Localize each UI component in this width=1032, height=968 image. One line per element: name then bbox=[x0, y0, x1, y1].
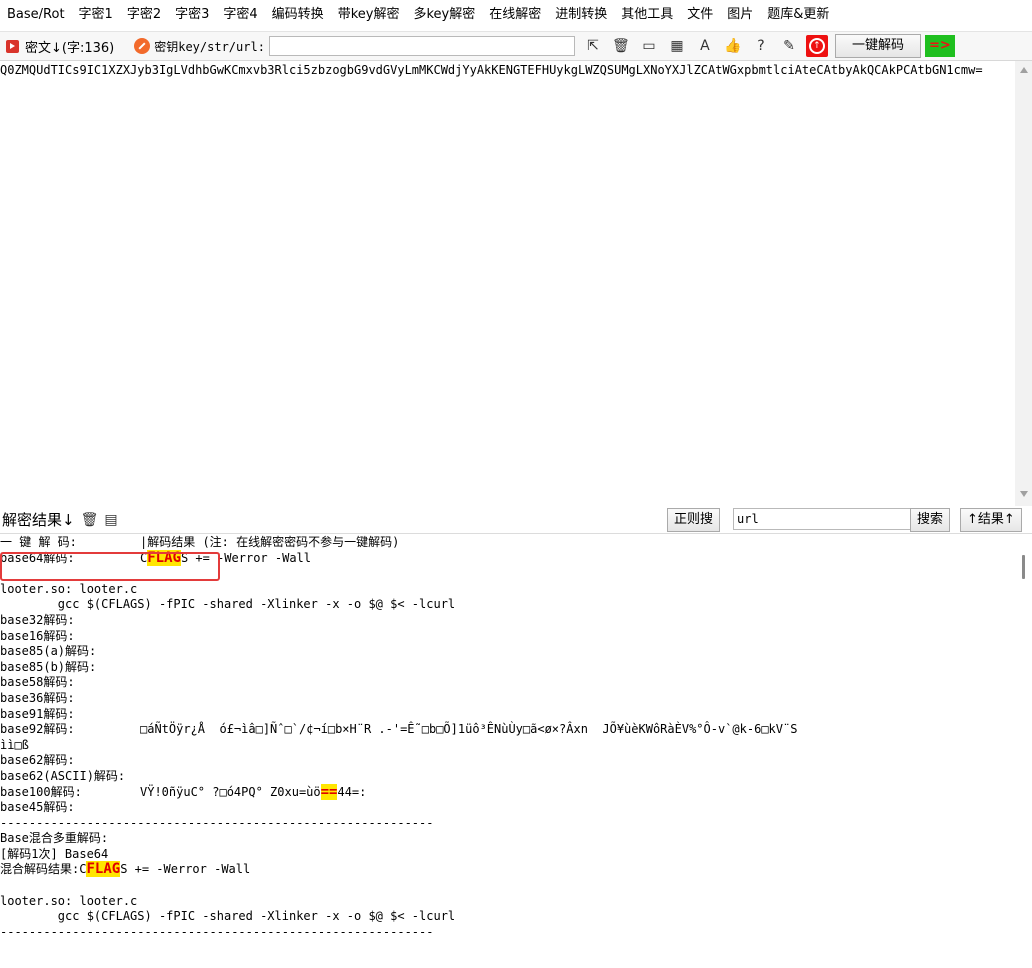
base92-line: base92解码: □áÑtÖÿr¿Å ó£¬ìâ□]Ñˆ□`/¢¬í□b×H¨R… bbox=[0, 722, 1015, 738]
menu-multikey-decrypt[interactable]: 多key解密 bbox=[406, 0, 475, 30]
menu-key-decrypt[interactable]: 带key解密 bbox=[331, 0, 400, 30]
arrow-button[interactable]: => bbox=[924, 35, 955, 57]
terminal-icon[interactable]: ▭ bbox=[638, 35, 660, 57]
result-header-label: 一 键 解 码: bbox=[0, 535, 77, 549]
ciphertext-icon bbox=[6, 39, 19, 53]
menu-bar: Base/Rot 字密1 字密2 字密3 字密4 编码转换 带key解密 多ke… bbox=[0, 0, 1032, 30]
base91-line: base91解码: bbox=[0, 706, 75, 721]
mix-result-line: 混合解码结果:CFLAGS += -Werror -Wall bbox=[0, 861, 1015, 878]
base92-continuation: ìì□ß bbox=[0, 737, 29, 752]
search-input[interactable] bbox=[733, 508, 911, 530]
separator-line-2: ----------------------------------------… bbox=[0, 924, 434, 939]
trash-icon[interactable]: 🗑 bbox=[81, 512, 99, 528]
base62-line: base62解码: bbox=[0, 753, 75, 768]
trash-icon[interactable]: 🗑 bbox=[610, 35, 632, 57]
ciphertext-scrollbar[interactable] bbox=[1015, 61, 1032, 506]
mix-result-label: 混合解码结果: bbox=[0, 862, 80, 877]
result-scrollbar[interactable] bbox=[1015, 535, 1032, 968]
key-label: 密钥key/str/url: bbox=[154, 39, 265, 54]
menu-base-rot[interactable]: Base/Rot bbox=[0, 0, 65, 30]
result-header-line: 一 键 解 码: |解码结果 (注: 在线解密密码不参与一键解码) bbox=[0, 535, 1015, 551]
mix-step-line: [解码1次] Base64 bbox=[0, 846, 109, 861]
base100-value-pre: VŸ!0ñÿuC° ?□ó4PQ° Z0xu=ùö bbox=[140, 784, 321, 799]
menu-image[interactable]: 图片 bbox=[720, 0, 753, 30]
base36-line: base36解码: bbox=[0, 690, 75, 705]
mix-looter-line: looter.so: looter.c bbox=[0, 893, 138, 908]
ciphertext-label: 密文↓(字:136) bbox=[25, 40, 115, 56]
equals-highlight: == bbox=[320, 783, 338, 800]
base62-ascii-line: base62(ASCII)解码: bbox=[0, 768, 126, 783]
one-click-decode-button[interactable]: 一键解码 bbox=[834, 34, 921, 58]
menu-word-cipher-2[interactable]: 字密2 bbox=[120, 0, 161, 30]
menu-word-cipher-3[interactable]: 字密3 bbox=[168, 0, 209, 30]
highlight-box bbox=[0, 552, 220, 581]
font-icon[interactable]: A bbox=[694, 35, 716, 57]
menu-library-update[interactable]: 题库&更新 bbox=[760, 0, 829, 30]
base85a-line: base85(a)解码: bbox=[0, 644, 97, 659]
key-input[interactable] bbox=[268, 36, 575, 56]
base16-line: base16解码: bbox=[0, 628, 75, 643]
toolbar: 密文↓(字:136) 密钥key/str/url: ⇱ 🗑 ▭ ▦ A 👍 ? … bbox=[0, 31, 1032, 61]
base32-line: base32解码: bbox=[0, 612, 75, 627]
result-up-button[interactable]: ↑结果↑ bbox=[960, 508, 1022, 532]
base58-line: base58解码: bbox=[0, 675, 75, 690]
menu-base-convert[interactable]: 进制转换 bbox=[548, 0, 607, 30]
menu-other-tools[interactable]: 其他工具 bbox=[614, 0, 673, 30]
copy-icon[interactable]: ▤ bbox=[104, 512, 117, 528]
mix-gcc-line: gcc $(CFLAGS) -fPIC -shared -Xlinker -x … bbox=[0, 909, 456, 924]
base92-value: □áÑtÖÿr¿Å ó£¬ìâ□]Ñˆ□`/¢¬í□b×H¨R .-'=Ê˜□b… bbox=[140, 722, 798, 737]
scroll-down-icon[interactable] bbox=[1020, 491, 1028, 497]
result-bar: 解密结果↓ 🗑 ▤ 正则搜 搜索 ↑结果↑ bbox=[0, 506, 1032, 534]
mix-title-line: Base混合多重解码: bbox=[0, 831, 109, 846]
mix-result-post: S += -Werror -Wall bbox=[120, 862, 251, 877]
menu-word-cipher-1[interactable]: 字密1 bbox=[72, 0, 113, 30]
base100-value-post: 44=: bbox=[337, 784, 367, 799]
menu-word-cipher-4[interactable]: 字密4 bbox=[216, 0, 257, 30]
search-button[interactable]: 搜索 bbox=[910, 508, 951, 532]
base100-line: base100解码: VŸ!0ñÿuC° ?□ó4PQ° Z0xu=ùö==44=… bbox=[0, 783, 1015, 801]
looter-line: looter.so: looter.c bbox=[0, 581, 138, 596]
base45-line: base45解码: bbox=[0, 800, 75, 815]
base100-label: base100解码: bbox=[0, 784, 82, 799]
menu-online-decrypt[interactable]: 在线解密 bbox=[482, 0, 541, 30]
thumbs-up-icon[interactable]: 👍 bbox=[722, 35, 744, 57]
menu-file[interactable]: 文件 bbox=[680, 0, 713, 30]
key-icon bbox=[134, 38, 151, 54]
result-title: 解密结果↓ bbox=[2, 511, 75, 529]
help-icon[interactable]: ? bbox=[750, 35, 772, 57]
scroll-up-icon[interactable] bbox=[1020, 67, 1028, 73]
separator-line: ----------------------------------------… bbox=[0, 815, 434, 830]
run-icon[interactable]: ↑ bbox=[805, 35, 828, 57]
result-header-value: |解码结果 (注: 在线解密密码不参与一键解码) bbox=[140, 535, 400, 549]
edit-icon[interactable]: ✎ bbox=[778, 35, 800, 57]
flag-highlight: FLAG bbox=[86, 861, 121, 878]
calculator-icon[interactable]: ▦ bbox=[666, 35, 688, 57]
ciphertext-textarea[interactable]: Q0ZMQUdTICs9IC1XZXJyb3IgLVdhbGwKCmxvb3Rl… bbox=[0, 61, 1015, 491]
result-textarea[interactable]: 一 键 解 码: |解码结果 (注: 在线解密密码不参与一键解码) base64解… bbox=[0, 535, 1015, 968]
cursor-icon[interactable]: ⇱ bbox=[582, 35, 604, 57]
base92-label: base92解码: bbox=[0, 722, 75, 737]
gcc-line: gcc $(CFLAGS) -fPIC -shared -Xlinker -x … bbox=[0, 597, 456, 612]
scrollbar-thumb[interactable] bbox=[1022, 555, 1025, 579]
regex-search-button[interactable]: 正则搜 bbox=[667, 508, 721, 532]
base85b-line: base85(b)解码: bbox=[0, 659, 97, 674]
menu-encoding-convert[interactable]: 编码转换 bbox=[265, 0, 324, 30]
